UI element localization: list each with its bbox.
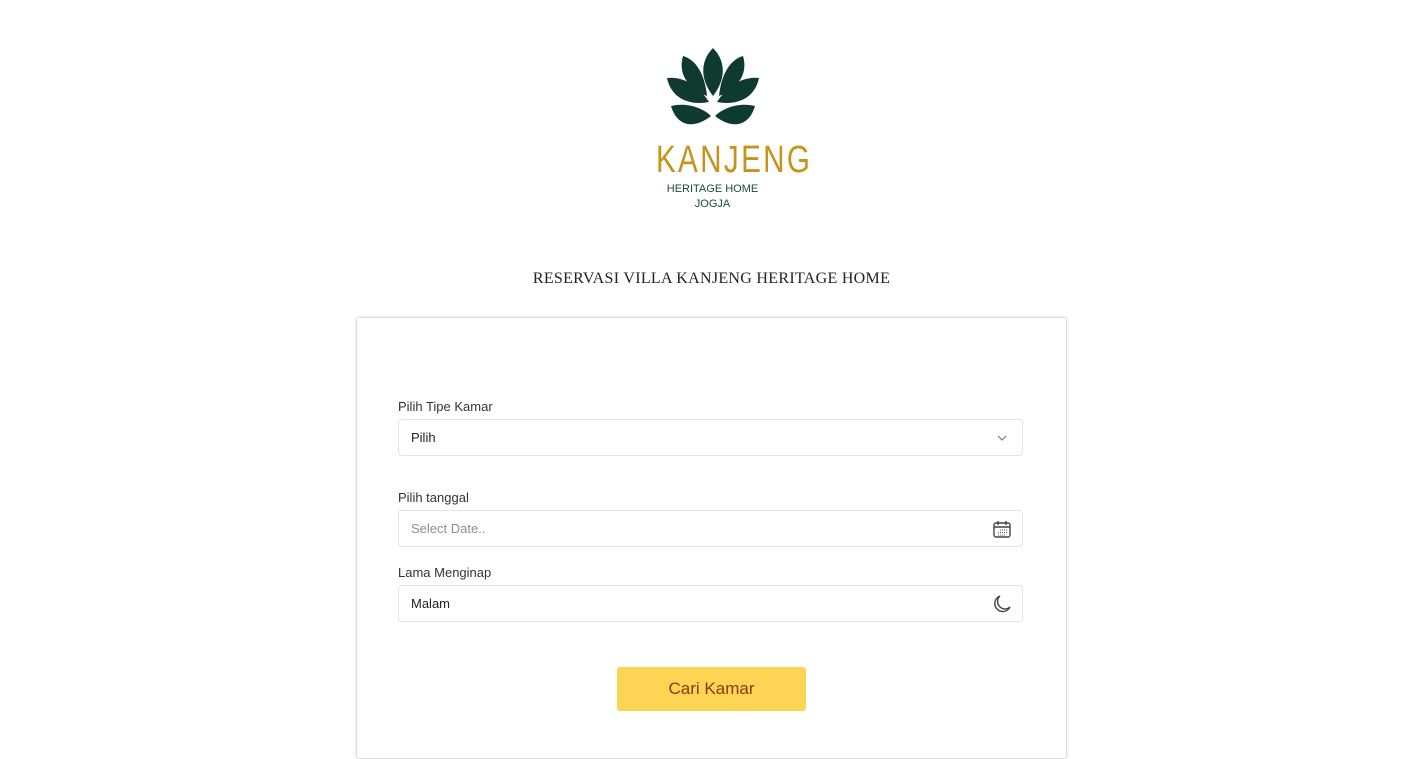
logo: KANJENG HERITAGE HOME JOGJA (640, 46, 813, 212)
nights-label: Lama Menginap (398, 565, 492, 580)
brand-subtitle: HERITAGE HOME (666, 183, 759, 195)
nights-value: Malam (411, 596, 451, 611)
nights-input[interactable]: Malam (398, 585, 1023, 622)
moon-icon (994, 595, 1011, 613)
page-title: RESERVASI VILLA KANJENG HERITAGE HOME (532, 270, 891, 287)
lotus-logo-icon (666, 48, 759, 125)
reservation-form: Pilih Tipe Kamar Pilih Pilih tanggal Sel… (356, 317, 1067, 759)
date-label: Pilih tanggal (398, 490, 469, 505)
calendar-icon[interactable] (992, 519, 1012, 539)
room-type-value: Pilih (411, 430, 436, 445)
chevron-down-icon (997, 435, 1007, 441)
date-input[interactable]: Select Date.. (398, 510, 1023, 547)
room-type-select[interactable]: Pilih (398, 419, 1023, 456)
room-type-label: Pilih Tipe Kamar (398, 399, 493, 414)
brand-location: JOGJA (694, 198, 731, 210)
brand-name: KANJENG (655, 139, 813, 181)
search-room-button[interactable]: Cari Kamar (617, 667, 806, 711)
date-placeholder: Select Date.. (411, 521, 486, 536)
